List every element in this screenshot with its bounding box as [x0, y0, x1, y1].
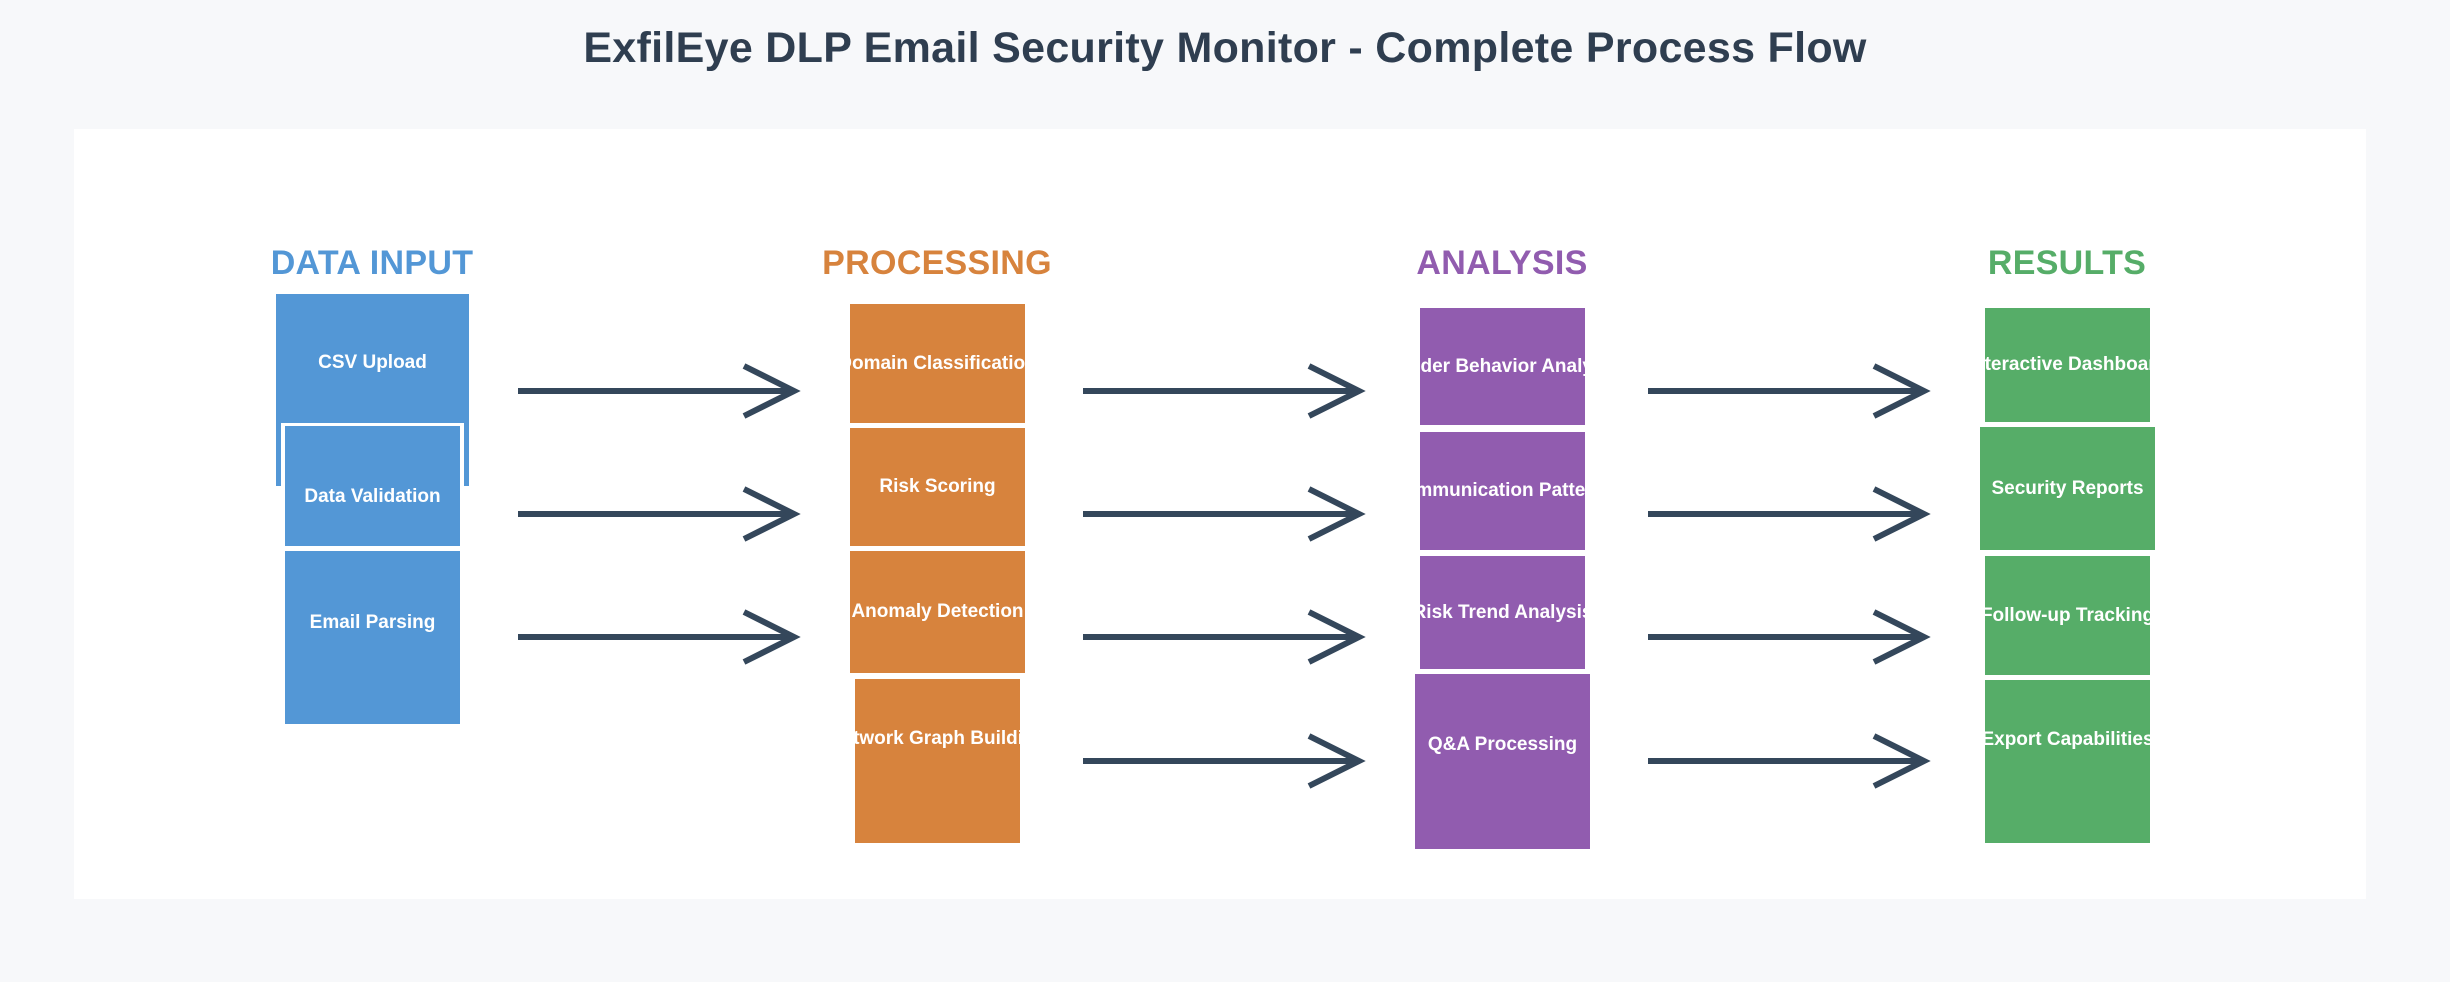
box-follow-up-tracking: Follow-up Tracking: [1985, 556, 2150, 675]
box-label: Anomaly Detection: [851, 601, 1024, 622]
box-label: Follow-up Tracking: [1985, 604, 2150, 626]
box-risk-trend-analysis: Risk Trend Analysis: [1420, 556, 1585, 669]
page-title: ExfilEye DLP Email Security Monitor - Co…: [583, 24, 1867, 72]
header-analysis: ANALYSIS: [1416, 244, 1588, 282]
box-label: Email Parsing: [309, 611, 436, 633]
box-label: Risk Scoring: [879, 476, 996, 497]
box-label: Communication Patterns: [1420, 480, 1585, 501]
box-domain-classification: Domain Classification: [850, 304, 1025, 423]
box-label: Sender Behavior Analysis: [1420, 355, 1585, 377]
csv-upload-bracket-right: [464, 420, 469, 486]
header-processing: PROCESSING: [822, 244, 1052, 282]
box-label: Data Validation: [304, 486, 441, 507]
box-security-reports: Security Reports: [1980, 427, 2155, 550]
box-data-validation: Data Validation: [285, 426, 460, 546]
box-communication-patterns: Communication Patterns: [1420, 432, 1585, 550]
box-risk-scoring: Risk Scoring: [850, 428, 1025, 546]
box-interactive-dashboard: Interactive Dashboard: [1985, 308, 2150, 422]
box-label: Security Reports: [1991, 477, 2144, 499]
box-sender-behavior-analysis: Sender Behavior Analysis: [1420, 308, 1585, 425]
box-qa-processing: Q&A Processing: [1415, 674, 1590, 849]
box-label: CSV Upload: [318, 351, 427, 373]
box-email-parsing: Email Parsing: [285, 551, 460, 724]
box-label: Export Capabilities: [1985, 728, 2150, 750]
box-network-graph-building: Network Graph Building: [855, 679, 1020, 843]
csv-upload-bracket-left: [276, 420, 281, 486]
box-label: Q&A Processing: [1427, 733, 1578, 755]
header-results: RESULTS: [1987, 244, 2147, 282]
box-export-capabilities: Export Capabilities: [1985, 680, 2150, 843]
box-anomaly-detection: Anomaly Detection: [850, 551, 1025, 673]
box-csv-upload: CSV Upload: [276, 294, 469, 423]
header-data-input: DATA INPUT: [270, 244, 474, 282]
box-label: Domain Classification: [850, 352, 1025, 374]
box-label: Risk Trend Analysis: [1420, 601, 1585, 623]
box-label: Network Graph Building: [855, 728, 1020, 749]
box-label: Interactive Dashboard: [1985, 354, 2150, 375]
